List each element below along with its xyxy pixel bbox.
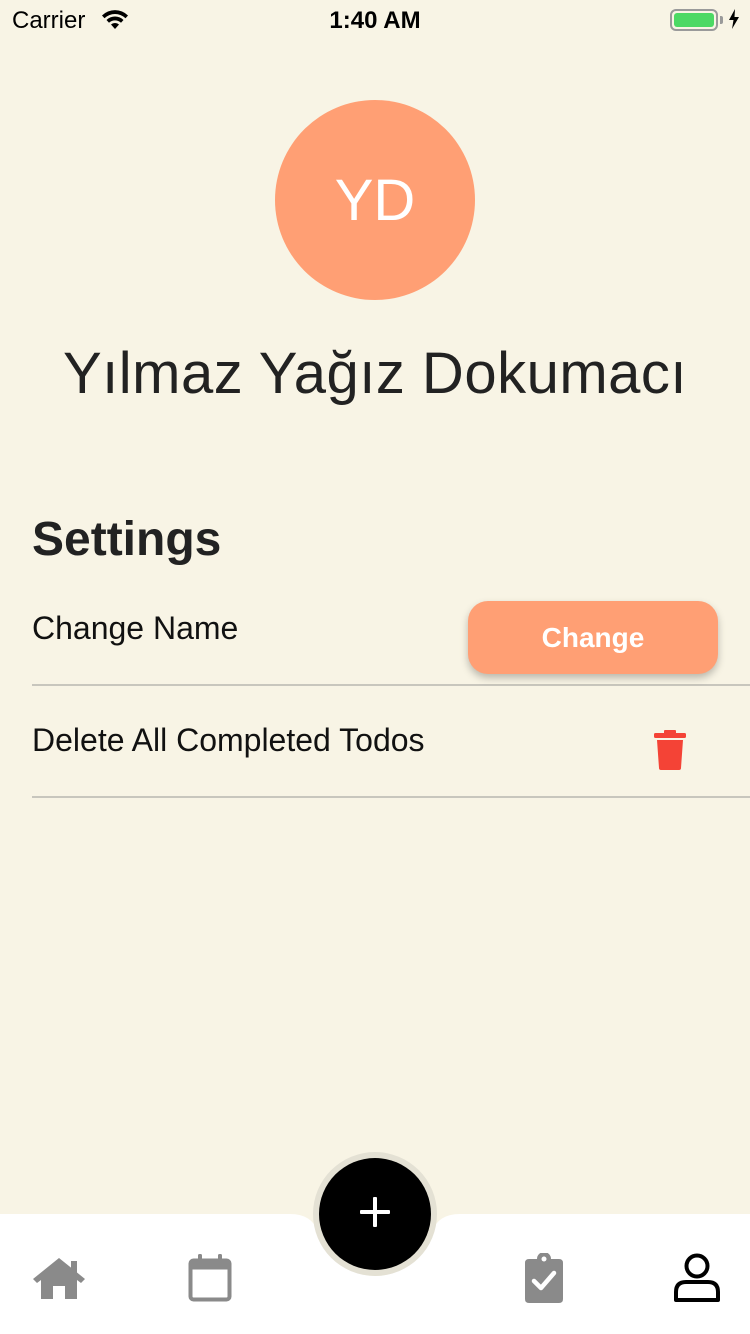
delete-completed-row: Delete All Completed Todos (32, 700, 750, 798)
profile-screen: Carrier 1:40 AM YD Yılmaz Yağız Dokumacı… (0, 0, 750, 1334)
clock: 1:40 AM (329, 7, 421, 34)
nav-calendar[interactable] (180, 1250, 240, 1310)
home-icon (31, 1255, 87, 1306)
nav-home[interactable] (29, 1250, 89, 1310)
charging-icon (728, 8, 740, 35)
trash-icon[interactable] (652, 730, 688, 770)
battery-nub (720, 16, 723, 24)
profile-icon (673, 1253, 721, 1308)
change-name-row: Change Name Change (32, 586, 750, 686)
nav-tasks[interactable] (514, 1250, 574, 1310)
change-name-button[interactable]: Change (468, 601, 718, 674)
settings-heading: Settings (32, 513, 222, 566)
change-name-label: Change Name (32, 610, 239, 646)
status-bar: Carrier 1:40 AM (0, 0, 750, 40)
tasks-icon (525, 1251, 563, 1308)
battery-level (674, 13, 714, 27)
delete-completed-label: Delete All Completed Todos (32, 722, 425, 758)
avatar: YD (275, 100, 475, 300)
nav-profile[interactable] (667, 1250, 727, 1310)
calendar-icon (188, 1253, 232, 1307)
avatar-initials: YD (334, 167, 416, 233)
user-name: Yılmaz Yağız Dokumacı (62, 341, 688, 406)
plus-icon (360, 1196, 390, 1232)
add-todo-button[interactable] (319, 1158, 431, 1270)
battery-icon (670, 9, 718, 31)
